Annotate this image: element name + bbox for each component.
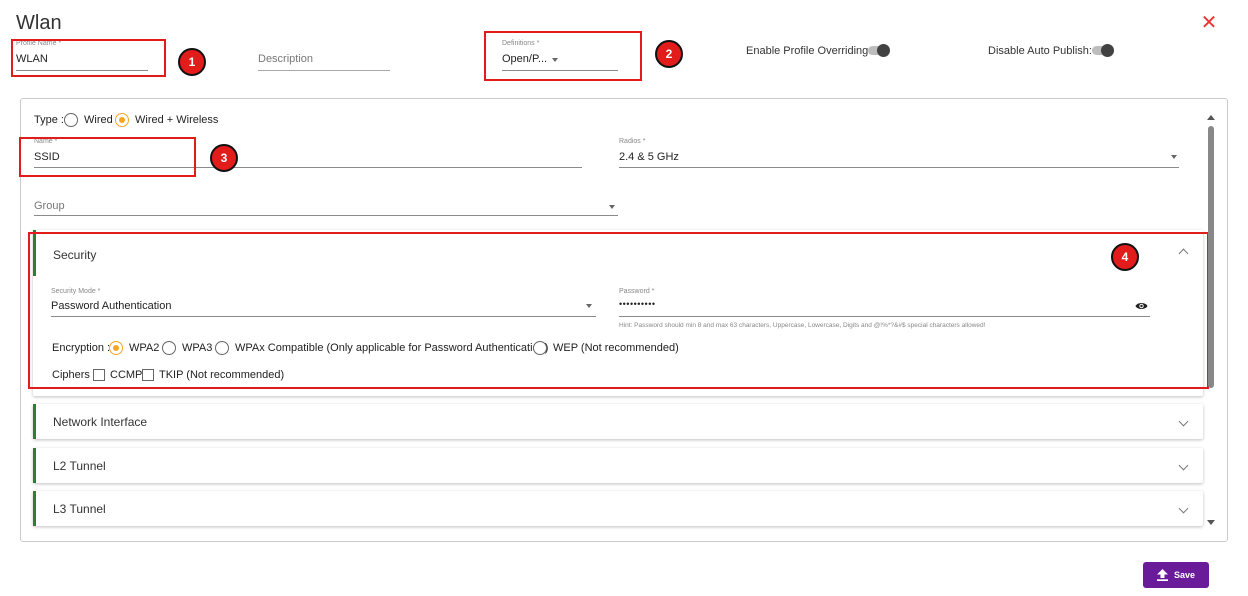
annotation-box-4	[28, 232, 1209, 389]
annotation-box-1	[11, 39, 166, 77]
description-underline	[258, 70, 390, 71]
group-select[interactable]: Group	[34, 198, 618, 218]
auto-publish-label: Disable Auto Publish:	[988, 45, 1092, 57]
group-caret-icon	[609, 205, 615, 209]
type-option-wired[interactable]: Wired	[84, 114, 113, 126]
annotation-badge-2: 2	[655, 40, 683, 68]
auto-publish-toggle[interactable]	[1090, 44, 1116, 57]
l3-tunnel-accent-bar	[33, 491, 36, 526]
annotation-box-2	[484, 31, 642, 81]
type-label: Type :	[34, 114, 64, 126]
annotation-badge-4: 4	[1111, 243, 1139, 271]
profile-overriding-toggle[interactable]	[866, 44, 892, 57]
type-radio-wired-wireless[interactable]	[115, 113, 129, 127]
chevron-down-icon[interactable]	[1178, 503, 1189, 514]
section-network-interface[interactable]: Network Interface	[33, 404, 1203, 439]
profile-overriding-knob	[877, 44, 890, 57]
description-field[interactable]: Description	[258, 40, 390, 72]
profile-overriding-label: Enable Profile Overriding:	[746, 45, 872, 57]
upload-icon	[1157, 569, 1168, 581]
save-label: Save	[1174, 570, 1196, 580]
type-option-wired-wireless[interactable]: Wired + Wireless	[135, 114, 218, 126]
save-button[interactable]: Save	[1143, 562, 1209, 588]
description-placeholder: Description	[258, 53, 314, 65]
close-icon[interactable]: ✕	[1200, 13, 1218, 33]
scrollbar-thumb[interactable]	[1208, 126, 1214, 388]
scroll-down-arrow-icon[interactable]	[1207, 520, 1215, 525]
network-interface-accent-bar	[33, 404, 36, 439]
radios-select[interactable]: Radios * 2.4 & 5 GHz	[619, 138, 1179, 170]
radios-caret-icon	[1171, 155, 1177, 159]
group-placeholder: Group	[34, 200, 65, 212]
network-interface-title: Network Interface	[53, 415, 148, 429]
radios-value: 2.4 & 5 GHz	[619, 151, 679, 163]
radios-label: Radios *	[619, 138, 646, 145]
l2-tunnel-title: L2 Tunnel	[53, 459, 106, 473]
annotation-badge-3: 3	[210, 144, 238, 172]
page-title: Wlan	[16, 12, 62, 34]
section-l2-tunnel[interactable]: L2 Tunnel	[33, 448, 1203, 483]
chevron-down-icon[interactable]	[1178, 416, 1189, 427]
group-underline	[34, 215, 618, 216]
type-radio-wired[interactable]	[64, 113, 78, 127]
annotation-box-3	[19, 137, 196, 177]
scroll-up-arrow-icon[interactable]	[1207, 115, 1215, 120]
radios-underline	[619, 167, 1179, 168]
section-l3-tunnel[interactable]: L3 Tunnel	[33, 491, 1203, 526]
annotation-badge-1: 1	[178, 48, 206, 76]
auto-publish-knob	[1101, 44, 1114, 57]
chevron-down-icon[interactable]	[1178, 460, 1189, 471]
l3-tunnel-title: L3 Tunnel	[53, 502, 106, 516]
l2-tunnel-accent-bar	[33, 448, 36, 483]
